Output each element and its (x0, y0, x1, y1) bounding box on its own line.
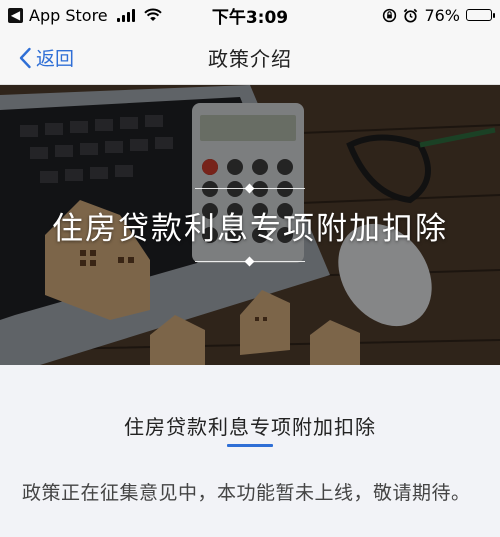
wifi-icon (143, 8, 162, 21)
back-label: 返回 (36, 48, 75, 70)
back-app-label[interactable]: App Store (29, 6, 108, 25)
rotation-lock-icon (383, 8, 397, 22)
back-app-icon[interactable]: ◀ (8, 7, 23, 23)
status-bar: ◀ App Store 下午3:09 76% (0, 0, 500, 30)
alarm-icon (404, 8, 418, 23)
back-button[interactable]: 返回 (18, 30, 74, 85)
battery-icon (466, 9, 495, 21)
hero-banner: 住房贷款利息专项附加扣除 (0, 85, 500, 365)
signal-icon (116, 8, 135, 22)
section-title-underline (227, 444, 273, 447)
policy-description: 政策正在征集意见中，本功能暂未上线，敬请期待。 (22, 482, 471, 504)
navigation-bar: 返回 政策介绍 (0, 30, 500, 85)
policy-content: 住房贷款利息专项附加扣除 政策正在征集意见中，本功能暂未上线，敬请期待。 (0, 365, 500, 537)
chevron-left-icon (19, 47, 31, 68)
hero-title: 住房贷款利息专项附加扣除 (52, 210, 448, 247)
hero-title-frame: 住房贷款利息专项附加扣除 (50, 183, 450, 267)
battery-percent: 76% (424, 5, 460, 25)
page-title: 政策介绍 (208, 46, 292, 71)
section-title: 住房贷款利息专项附加扣除 (124, 415, 376, 439)
